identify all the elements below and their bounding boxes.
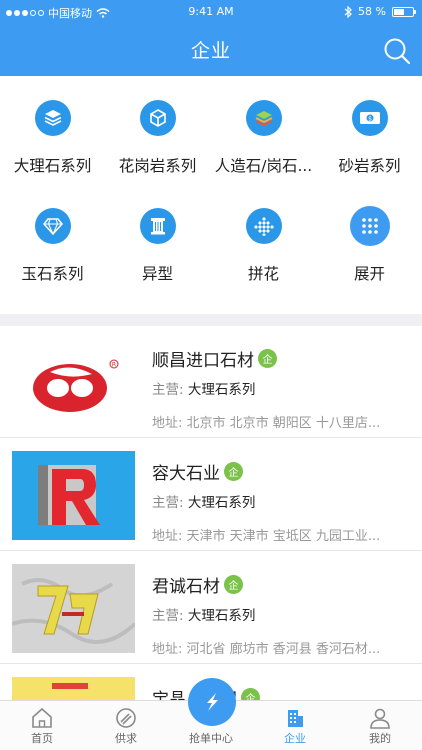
category-jade[interactable]: 玉石系列 bbox=[0, 208, 105, 284]
list-item[interactable]: 容大石业 企 主营: 大理石系列 地址: 天津市 天津市 宝坻区 九园工业... bbox=[0, 439, 422, 551]
expand-label: 展开 bbox=[353, 265, 385, 283]
grid-icon bbox=[349, 206, 390, 246]
list-item[interactable]: 君诚石材 企 主营: 大理石系列 地址: 河北省 廊坊市 香河县 香河石材... bbox=[0, 552, 422, 664]
pattern-icon bbox=[245, 208, 282, 244]
enterprise-badge: 企 bbox=[224, 462, 243, 481]
company-name: 容大石业 企 bbox=[152, 459, 243, 484]
building-icon bbox=[288, 710, 303, 727]
category-artificial-stone[interactable]: 人造石/岗石... bbox=[211, 100, 316, 176]
enterprise-badge: 企 bbox=[241, 688, 260, 700]
cube-icon bbox=[139, 100, 176, 136]
money-icon: $ bbox=[351, 100, 388, 136]
company-main-business: 主营: 大理石系列 bbox=[152, 608, 256, 624]
enterprise-badge: 企 bbox=[258, 349, 277, 368]
order-center-button[interactable] bbox=[188, 678, 236, 726]
tab-home[interactable]: 首页 bbox=[0, 701, 84, 750]
company-logo bbox=[12, 451, 135, 540]
category-label: 异型 bbox=[141, 265, 173, 283]
company-main-business: 主营: 大理石系列 bbox=[152, 382, 256, 398]
company-main-business: 主营: 大理石系列 bbox=[152, 495, 256, 511]
person-icon bbox=[370, 708, 390, 729]
battery-percent: 58 % bbox=[358, 5, 386, 18]
lightning-icon bbox=[207, 693, 218, 711]
category-label: 大理石系列 bbox=[13, 157, 92, 175]
svg-text:R: R bbox=[112, 362, 116, 369]
battery-icon bbox=[392, 6, 416, 17]
page-title: 企业 bbox=[190, 40, 231, 62]
category-label: 砂岩系列 bbox=[338, 157, 401, 175]
home-icon bbox=[32, 707, 52, 728]
category-label: 花岗岩系列 bbox=[118, 157, 197, 175]
category-label: 玉石系列 bbox=[21, 265, 84, 283]
category-marble[interactable]: 大理石系列 bbox=[0, 100, 105, 176]
app-header: 中国移动 9:41 AM 58 % 企业 bbox=[0, 0, 422, 76]
company-name: 顺昌进口石材 企 bbox=[152, 346, 277, 371]
company-address: 地址: 天津市 天津市 宝坻区 九园工业... bbox=[152, 529, 381, 544]
tab-label: 企业 bbox=[284, 732, 306, 745]
expand-button[interactable]: 展开 bbox=[317, 206, 422, 284]
layers-icon bbox=[34, 100, 71, 136]
diamond-icon bbox=[34, 208, 71, 244]
category-granite[interactable]: 花岗岩系列 bbox=[105, 100, 210, 176]
tab-label: 抢单中心 bbox=[189, 732, 233, 745]
list-item[interactable]: R 顺昌进口石材 企 主营: 大理石系列 地址: 北京市 北京市 朝阳区 十八里… bbox=[0, 326, 422, 438]
category-sandstone[interactable]: $ 砂岩系列 bbox=[317, 100, 422, 176]
tab-supply[interactable]: 供求 bbox=[84, 701, 168, 750]
tab-mine[interactable]: 我的 bbox=[338, 701, 422, 750]
column-icon bbox=[139, 208, 176, 244]
company-list: R 顺昌进口石材 企 主营: 大理石系列 地址: 北京市 北京市 朝阳区 十八里… bbox=[0, 326, 422, 700]
section-divider bbox=[0, 314, 422, 326]
tab-label: 供求 bbox=[115, 732, 137, 745]
category-mosaic[interactable]: 拼花 bbox=[211, 208, 316, 284]
category-label: 人造石/岗石... bbox=[214, 157, 313, 175]
category-special-shape[interactable]: 异型 bbox=[105, 208, 210, 284]
company-name: 君诚石材 企 bbox=[152, 572, 243, 597]
bluetooth-icon bbox=[344, 5, 352, 18]
company-address: 地址: 河北省 廊坊市 香河县 香河石材... bbox=[152, 642, 381, 657]
status-bar: 中国移动 9:41 AM 58 % bbox=[0, 4, 422, 22]
company-address: 地址: 北京市 北京市 朝阳区 十八里店... bbox=[152, 416, 381, 431]
svg-text:$: $ bbox=[368, 116, 372, 123]
category-grid: 大理石系列 花岗岩系列 人造石/岗石... $ 砂岩系列 玉石系列 异型 拼花 … bbox=[0, 76, 422, 314]
tab-enterprise[interactable]: 企业 bbox=[253, 701, 337, 750]
enterprise-badge: 企 bbox=[224, 575, 243, 594]
supply-icon bbox=[116, 708, 136, 728]
search-icon[interactable] bbox=[382, 36, 412, 66]
company-logo bbox=[12, 677, 135, 700]
tab-label: 首页 bbox=[31, 732, 53, 745]
stack-icon bbox=[245, 100, 282, 136]
company-logo: R bbox=[12, 338, 135, 427]
tab-label: 我的 bbox=[369, 732, 391, 745]
company-logo bbox=[12, 564, 135, 653]
category-label: 拼花 bbox=[247, 265, 279, 283]
